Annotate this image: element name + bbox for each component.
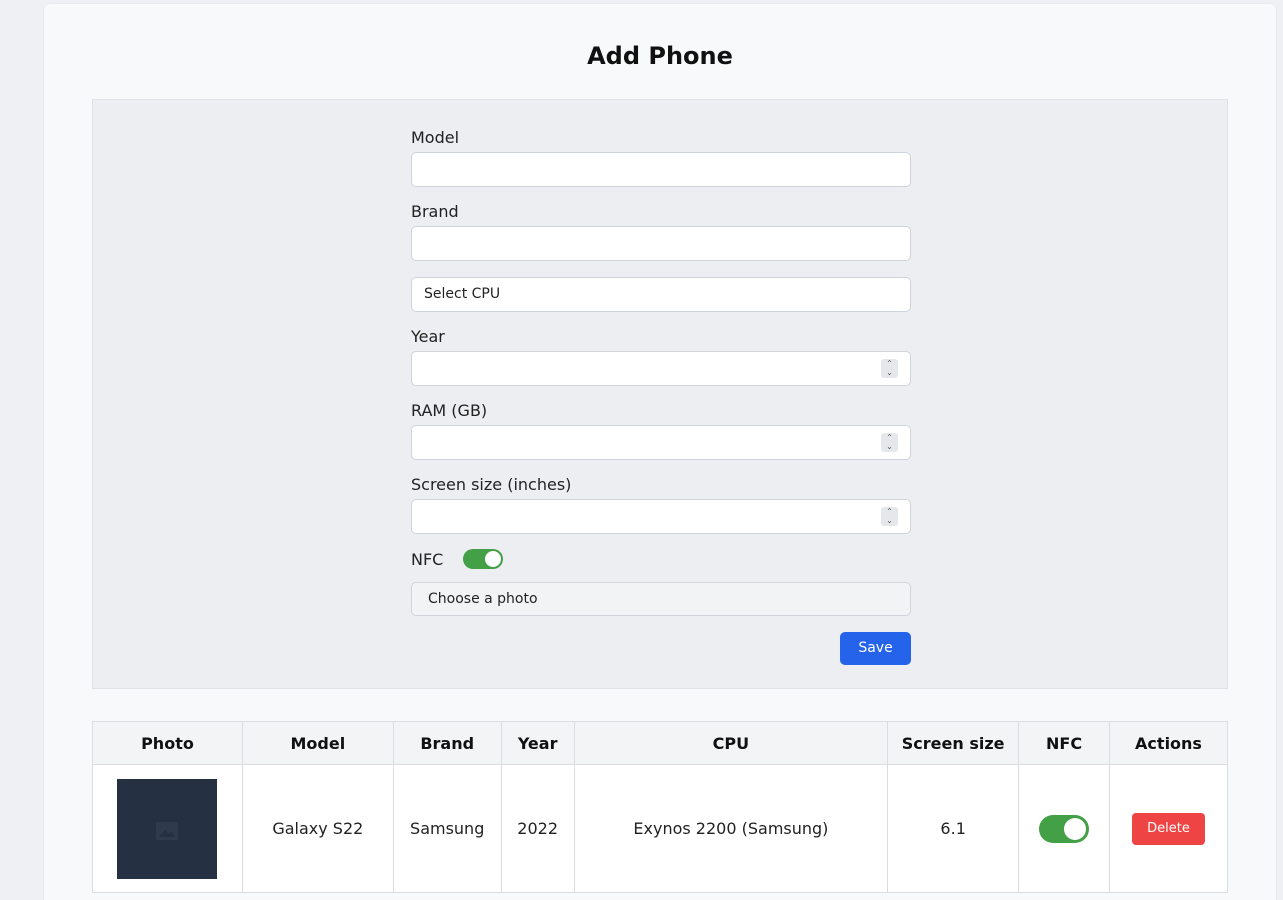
row-nfc-toggle[interactable]: [1039, 814, 1090, 843]
model-input[interactable]: [411, 152, 911, 187]
screen-size-input[interactable]: ⌃ ⌄: [411, 499, 911, 534]
nfc-label: NFC: [411, 550, 444, 569]
table-row: Galaxy S22 Samsung 2022 Exynos 2200 (Sam…: [92, 764, 1228, 893]
column-header-brand: Brand: [392, 721, 502, 765]
screen-size-stepper[interactable]: ⌃ ⌄: [881, 507, 898, 526]
model-label: Model: [411, 128, 460, 147]
photo-cell: [92, 764, 243, 893]
phone-photo: [117, 778, 218, 879]
add-phone-form: Model Brand Select CPU Year ⌃ ⌄ RAM (GB) …: [92, 99, 1228, 689]
column-header-actions: Actions: [1109, 721, 1228, 765]
column-header-year: Year: [500, 721, 575, 765]
brand-input[interactable]: [411, 226, 911, 261]
cpu-cell: Exynos 2200 (Samsung): [573, 764, 889, 893]
nfc-toggle-knob: [485, 551, 501, 567]
table-header-row: Photo Model Brand Year CPU Screen size N…: [92, 721, 1228, 765]
column-header-screen-size: Screen size: [887, 721, 1020, 765]
year-label: Year: [411, 327, 445, 346]
actions-cell: Delete: [1109, 764, 1228, 893]
main-card: Add Phone Model Brand Select CPU Year ⌃ ⌄…: [44, 4, 1276, 900]
screen-size-label: Screen size (inches): [411, 475, 572, 494]
brand-label: Brand: [411, 202, 459, 221]
ram-label: RAM (GB): [411, 401, 488, 420]
year-cell: 2022: [500, 764, 575, 893]
nfc-toggle[interactable]: [463, 549, 503, 569]
model-cell: Galaxy S22: [241, 764, 394, 893]
column-header-cpu: CPU: [573, 721, 889, 765]
brand-cell: Samsung: [392, 764, 502, 893]
column-header-model: Model: [241, 721, 394, 765]
page-title: Add Phone: [587, 42, 733, 70]
row-nfc-toggle-knob: [1064, 817, 1087, 840]
screen-size-cell: 6.1: [887, 764, 1020, 893]
image-placeholder-icon: [156, 821, 179, 840]
column-header-photo: Photo: [92, 721, 243, 765]
delete-button[interactable]: Delete: [1132, 812, 1205, 845]
nfc-cell: [1018, 764, 1111, 893]
ram-input[interactable]: ⌃ ⌄: [411, 425, 911, 460]
choose-photo-button[interactable]: Choose a photo: [411, 582, 911, 616]
ram-stepper[interactable]: ⌃ ⌄: [881, 433, 898, 452]
cpu-select[interactable]: Select CPU: [411, 277, 911, 312]
save-button[interactable]: Save: [840, 632, 911, 665]
year-input[interactable]: ⌃ ⌄: [411, 351, 911, 386]
year-stepper[interactable]: ⌃ ⌄: [881, 359, 898, 378]
column-header-nfc: NFC: [1018, 721, 1111, 765]
phones-table: Photo Model Brand Year CPU Screen size N…: [92, 721, 1228, 893]
